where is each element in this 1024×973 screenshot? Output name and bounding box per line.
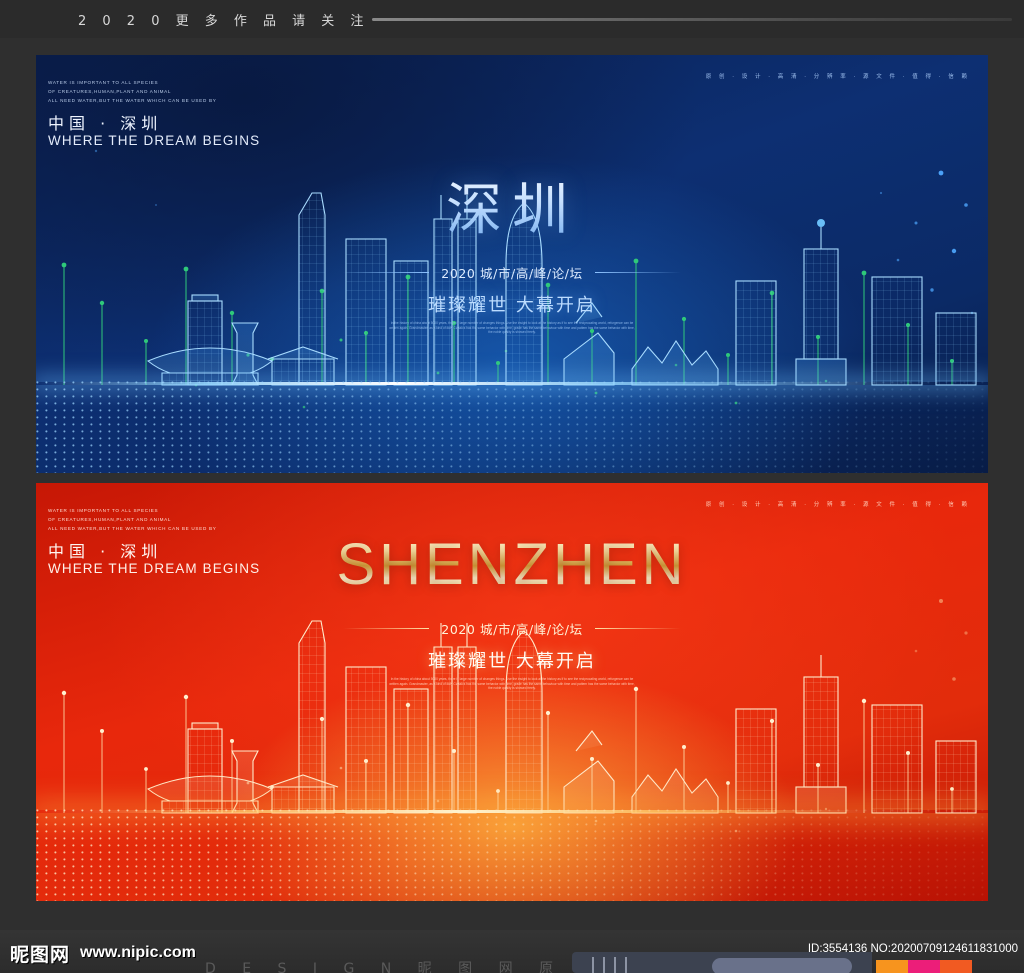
subline-rule-left (343, 272, 430, 273)
swatch-orange[interactable] (876, 960, 908, 973)
banner-red[interactable]: WATER IS IMPORTANT TO ALL SPECIES OF CRE… (36, 483, 988, 901)
corner-text-line-2: OF CREATURES,HUMAN,PLANT AND ANIMAL (48, 89, 172, 94)
toolbar-ticks (592, 957, 627, 973)
banner-blue-center-block: 深圳 2020 城/市/高/峰/论/坛 璀璨耀世 大幕开启 In the his… (36, 165, 988, 335)
watermark-logo: 昵图网 (10, 944, 71, 966)
tick-1 (592, 957, 594, 973)
tick-4 (625, 957, 627, 973)
banner-blue-feature-tags: 原 创 · 设 计 · 高 清 · 分 辨 率 · 源 文 件 · 值 得 · … (705, 74, 970, 80)
app-root: 2 0 2 0 更 多 作 品 请 关 注 WATER IS IMPORTANT… (0, 0, 1024, 973)
banner-red-feature-tags: 原 创 · 设 计 · 高 清 · 分 辨 率 · 源 文 件 · 值 得 · … (705, 502, 970, 508)
banner-blue-subtitle: 2020 城/市/高/峰/论/坛 (441, 266, 583, 281)
banner-blue-city-cn: 中国 · 深圳 (48, 114, 163, 133)
banner-blue-dot-floor (36, 381, 988, 473)
banner-blue[interactable]: WATER IS IMPORTANT TO ALL SPECIES OF CRE… (36, 55, 988, 473)
banner-red-dot-floor (36, 809, 988, 901)
corner-text-line-1: WATER IS IMPORTANT TO ALL SPECIES (48, 508, 159, 513)
swatch-magenta[interactable] (908, 960, 940, 973)
top-bar-title: 2 0 2 0 更 多 作 品 请 关 注 (78, 14, 370, 29)
subline-rule-right (594, 628, 681, 629)
swatch-red-orange[interactable] (940, 960, 972, 973)
color-swatches[interactable] (876, 960, 972, 973)
watermark-url[interactable]: www.nipic.com (80, 944, 196, 962)
banner-red-corner-text: WATER IS IMPORTANT TO ALL SPECIES OF CRE… (48, 507, 378, 534)
banner-red-slogan: 璀璨耀世 大幕开启 (428, 651, 596, 672)
banner-blue-tagline-en: WHERE THE DREAM BEGINS (48, 133, 261, 148)
banner-blue-slogan: 璀璨耀世 大幕开启 (428, 295, 596, 316)
corner-text-line-3: ALL NEED WATER,BUT THE WATER WHICH CAN B… (48, 98, 217, 103)
banner-blue-corner-text: WATER IS IMPORTANT TO ALL SPECIES OF CRE… (48, 79, 378, 106)
banner-red-center-block: SHENZHEN 2020 城/市/高/峰/论/坛 璀璨耀世 大幕开启 In t… (36, 531, 988, 691)
tick-2 (603, 957, 605, 973)
banner-blue-paragraph: In the history of china about 5000 years… (389, 321, 635, 335)
image-id-text: ID:3554136 NO:20200709124611831000 (807, 943, 1018, 955)
top-bar: 2 0 2 0 更 多 作 品 请 关 注 (0, 0, 1024, 38)
banner-blue-title: 深圳 (36, 165, 988, 246)
banner-red-subline: 2020 城/市/高/峰/论/坛 (343, 619, 681, 638)
corner-text-line-2: OF CREATURES,HUMAN,PLANT AND ANIMAL (48, 517, 172, 522)
top-bar-divider (372, 18, 1012, 21)
banner-red-paragraph: In the history of china about 5000 years… (389, 677, 635, 691)
banner-red-title: SHENZHEN (36, 531, 988, 598)
corner-text-line-1: WATER IS IMPORTANT TO ALL SPECIES (48, 80, 159, 85)
subline-rule-left (343, 628, 430, 629)
subline-rule-right (594, 272, 681, 273)
tick-3 (614, 957, 616, 973)
footer-design-line: D E S I G N 昵 图 网 原 创 (205, 961, 605, 973)
banner-blue-subline: 2020 城/市/高/峰/论/坛 (343, 263, 681, 282)
banner-red-subtitle: 2020 城/市/高/峰/论/坛 (441, 622, 583, 637)
toolbar-slot[interactable] (712, 958, 852, 973)
